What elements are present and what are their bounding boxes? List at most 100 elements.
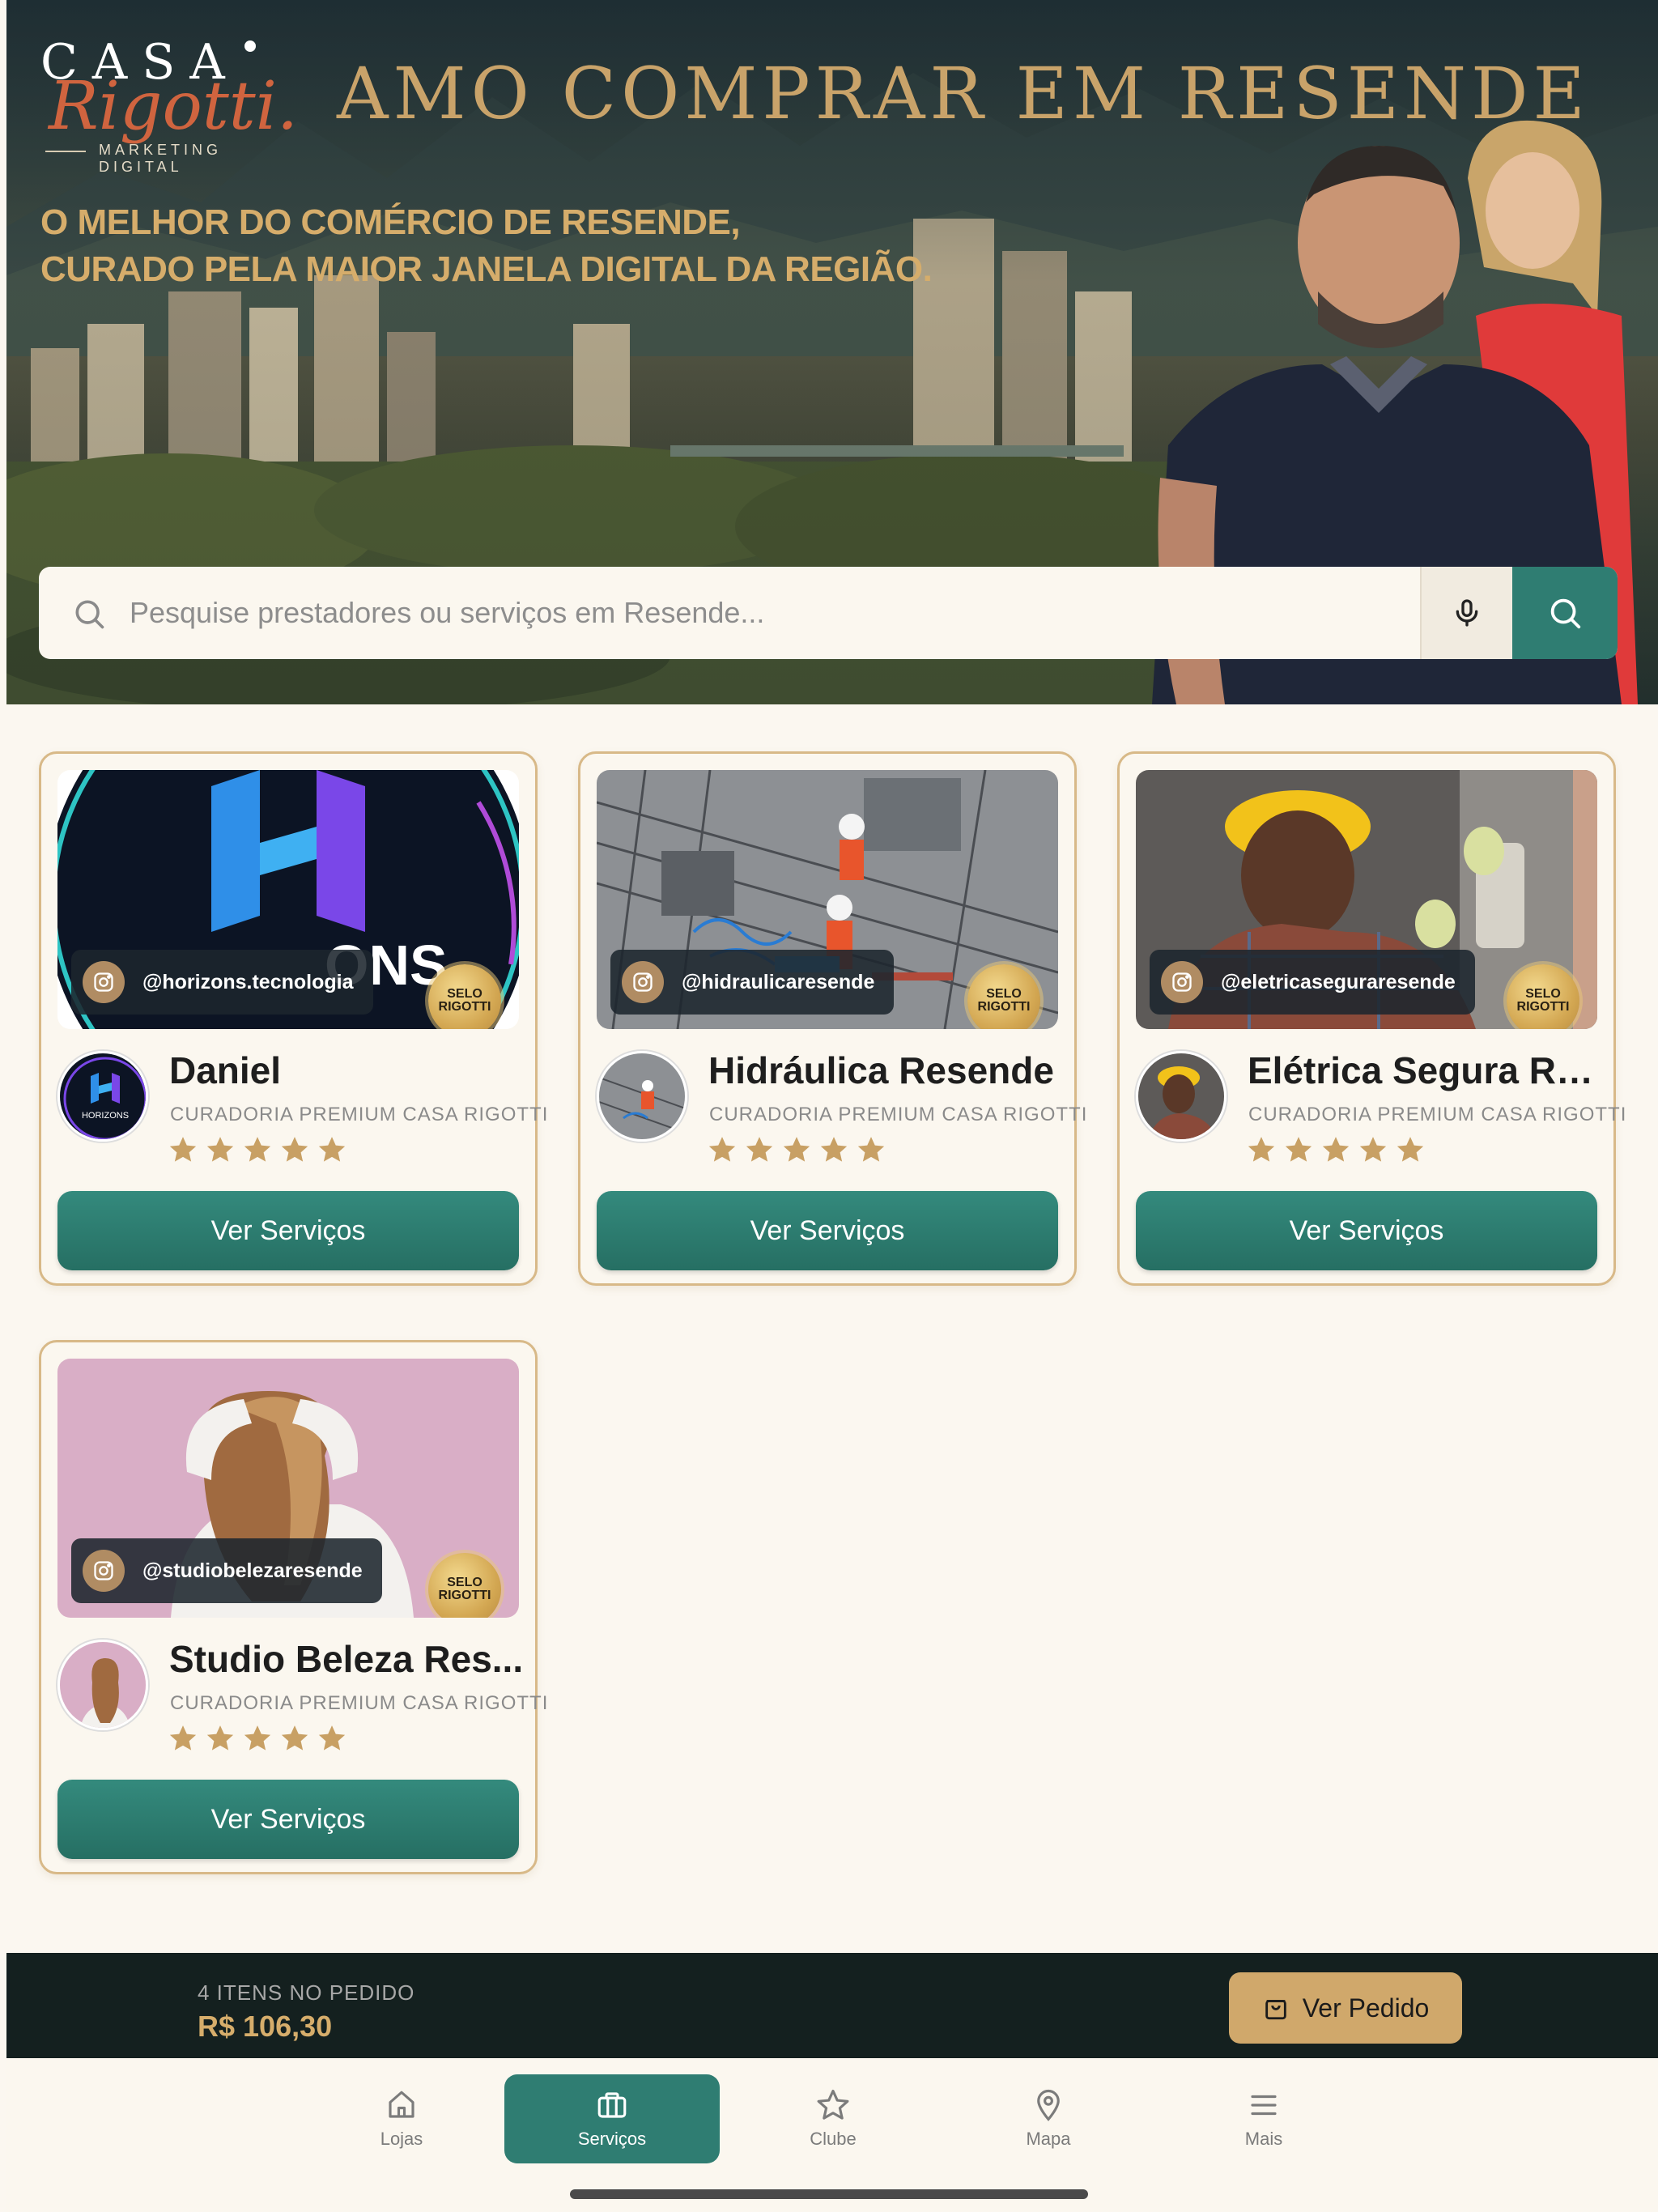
home-icon xyxy=(389,2091,414,2118)
menu-icon xyxy=(1251,2095,1277,2116)
search-bar xyxy=(39,567,1618,659)
hero-subtitle: O MELHOR DO COMÉRCIO DE RESENDE, CURADO … xyxy=(40,199,933,293)
avatar xyxy=(597,1051,687,1142)
star-icon xyxy=(817,2089,849,2120)
star-icon xyxy=(1248,1137,1275,1162)
logo-dot xyxy=(244,40,256,52)
tab-mais[interactable]: Mais xyxy=(1156,2074,1371,2163)
ver-servicos-button[interactable]: Ver Serviços xyxy=(597,1191,1058,1270)
instagram-icon xyxy=(83,1550,125,1592)
instagram-icon xyxy=(1161,961,1203,1003)
star-icon xyxy=(206,1725,234,1750)
search-submit-button[interactable] xyxy=(1512,567,1618,659)
star-icon xyxy=(857,1137,885,1162)
rating-stars xyxy=(168,1134,347,1165)
avatar: HORIZONS xyxy=(57,1051,148,1142)
card-cover-image: @hidraulicaresende SELO RIGOTTI xyxy=(597,770,1058,1029)
service-card[interactable]: ONS @horizons.tecnologia SELO RIGOTTI HO… xyxy=(39,751,547,1286)
card-title: Studio Beleza Res... xyxy=(169,1638,524,1680)
card-title: Daniel xyxy=(169,1049,282,1091)
logo-tagline: MARKETING DIGITAL xyxy=(99,142,223,175)
shopping-bag-icon xyxy=(1265,2000,1286,2020)
ver-servicos-button[interactable]: Ver Serviços xyxy=(1136,1191,1597,1270)
star-icon xyxy=(169,1725,197,1750)
instagram-handle: @horizons.tecnologia xyxy=(142,970,354,993)
tab-lojas[interactable]: Lojas xyxy=(294,2074,509,2163)
service-card[interactable]: @eletricaseguraresende SELO RIGOTTI Elét… xyxy=(1117,751,1626,1286)
rating-stars xyxy=(707,1134,886,1165)
card-curation-label: CURADORIA PREMIUM CASA RIGOTTI xyxy=(1248,1104,1627,1125)
view-order-label: Ver Pedido xyxy=(1302,1993,1430,2023)
tab-label: Mais xyxy=(1244,2129,1283,2149)
selo-rigotti-badge: SELO RIGOTTI xyxy=(428,1553,501,1618)
view-order-button[interactable]: Ver Pedido xyxy=(1229,1972,1462,2044)
tab-servicos[interactable]: Serviços xyxy=(504,2074,720,2163)
card-title: Hidráulica Resende xyxy=(708,1049,1054,1091)
star-icon xyxy=(244,1725,271,1750)
tab-label: Lojas xyxy=(380,2129,423,2149)
rating-stars xyxy=(168,1723,347,1754)
ver-servicos-button[interactable]: Ver Serviços xyxy=(57,1191,519,1270)
instagram-handle-badge[interactable]: @horizons.tecnologia xyxy=(71,950,373,1015)
search-input[interactable] xyxy=(130,567,1441,659)
instagram-handle-badge[interactable]: @studiobelezaresende xyxy=(71,1538,382,1603)
tab-clube[interactable]: Clube xyxy=(725,2074,941,2163)
card-title: Elétrica Segura Re... xyxy=(1248,1049,1604,1091)
instagram-handle: @studiobelezaresende xyxy=(142,1559,363,1582)
voice-search-button[interactable] xyxy=(1420,567,1512,659)
order-summary-bar: 4 ITENS NO PEDIDO R$ 106,30 Ver Pedido xyxy=(6,1953,1658,2058)
star-icon xyxy=(820,1137,848,1162)
instagram-handle: @eletricaseguraresende xyxy=(1221,970,1456,993)
search-icon xyxy=(1550,598,1581,629)
instagram-icon xyxy=(83,961,125,1003)
card-curation-label: CURADORIA PREMIUM CASA RIGOTTI xyxy=(709,1104,1088,1125)
star-icon xyxy=(1285,1137,1312,1162)
map-pin-icon xyxy=(1037,2089,1060,2121)
instagram-handle-badge[interactable]: @hidraulicaresende xyxy=(610,950,895,1015)
ver-servicos-button[interactable]: Ver Serviços xyxy=(57,1780,519,1859)
logo-script-text: Rigotti. xyxy=(49,68,299,145)
card-curation-label: CURADORIA PREMIUM CASA RIGOTTI xyxy=(170,1104,549,1125)
logo-divider xyxy=(45,151,86,152)
bottom-tab-bar: Lojas Serviços Clube Mapa Mais xyxy=(6,2058,1658,2212)
order-total: R$ 106,30 xyxy=(198,2010,333,2043)
search-icon xyxy=(75,600,104,629)
star-icon xyxy=(244,1137,271,1162)
instagram-icon xyxy=(622,961,664,1003)
service-card[interactable]: @hidraulicaresende SELO RIGOTTI Hidráuli… xyxy=(578,751,1086,1286)
instagram-handle-badge[interactable]: @eletricaseguraresende xyxy=(1150,950,1475,1015)
star-icon xyxy=(1397,1137,1424,1162)
casa-rigotti-logo[interactable]: CASA Rigotti. MARKETING DIGITAL xyxy=(40,34,308,175)
card-cover-image: ONS @horizons.tecnologia SELO RIGOTTI xyxy=(57,770,519,1029)
star-icon xyxy=(281,1137,308,1162)
tab-label: Serviços xyxy=(577,2129,647,2149)
star-icon xyxy=(281,1725,308,1750)
star-icon xyxy=(318,1137,346,1162)
avatar-lettering: HORIZONS xyxy=(82,1111,129,1121)
star-icon xyxy=(1359,1137,1387,1162)
star-icon xyxy=(708,1137,736,1162)
selo-rigotti-badge: SELO RIGOTTI xyxy=(967,964,1040,1029)
star-icon xyxy=(169,1137,197,1162)
order-item-count: 4 ITENS NO PEDIDO xyxy=(198,1980,415,2005)
home-indicator[interactable] xyxy=(570,2189,1088,2199)
hero-subtitle-line-2: CURADO PELA MAIOR JANELA DIGITAL DA REGI… xyxy=(40,249,933,289)
card-cover-image: @eletricaseguraresende SELO RIGOTTI xyxy=(1136,770,1597,1029)
hero-subtitle-line-1: O MELHOR DO COMÉRCIO DE RESENDE, xyxy=(40,202,741,242)
briefcase-icon xyxy=(597,2092,627,2118)
star-icon xyxy=(318,1725,346,1750)
tab-mapa[interactable]: Mapa xyxy=(941,2074,1156,2163)
service-card[interactable]: @studiobelezaresende SELO RIGOTTI Studio… xyxy=(39,1340,547,1874)
tab-label: Mapa xyxy=(1026,2129,1071,2149)
instagram-handle: @hidraulicaresende xyxy=(682,970,875,993)
star-icon xyxy=(746,1137,773,1162)
selo-rigotti-badge: SELO RIGOTTI xyxy=(428,964,501,1029)
card-cover-image: @studiobelezaresende SELO RIGOTTI xyxy=(57,1359,519,1618)
avatar xyxy=(57,1640,148,1730)
star-icon xyxy=(206,1137,234,1162)
selo-rigotti-badge: SELO RIGOTTI xyxy=(1507,964,1579,1029)
tab-label: Clube xyxy=(810,2129,857,2149)
star-icon xyxy=(1322,1137,1350,1162)
microphone-icon xyxy=(1456,599,1478,627)
avatar xyxy=(1136,1051,1226,1142)
